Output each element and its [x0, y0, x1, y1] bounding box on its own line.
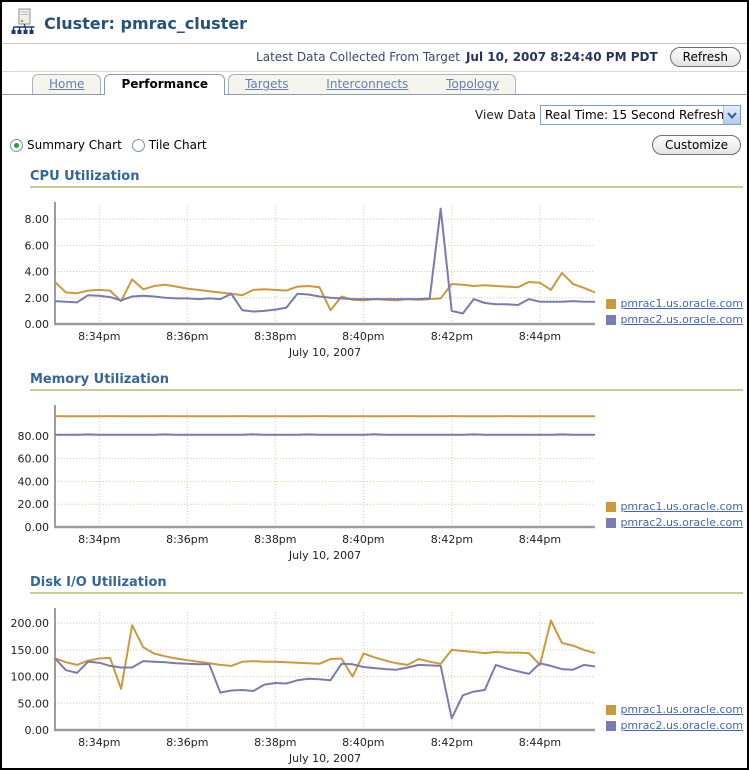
- summary-chart-radio[interactable]: Summary Chart: [10, 138, 122, 152]
- cluster-performance-page: Cluster: pmrac_cluster Latest Data Colle…: [0, 0, 749, 770]
- view-data-select[interactable]: Real Time: 15 Second Refresh: [540, 105, 741, 125]
- y-tick-label: 40.00: [18, 475, 50, 488]
- radio-unselected-icon: [132, 139, 145, 152]
- legend-item: pmrac2.us.oracle.com: [606, 516, 743, 529]
- legend-host-link[interactable]: pmrac2.us.oracle.com: [620, 313, 743, 326]
- section-title-memory: Memory Utilization: [30, 372, 743, 391]
- y-tick-label: 100.00: [11, 671, 50, 684]
- cpu-chart-legend: pmrac1.us.oracle.com pmrac2.us.oracle.com: [606, 297, 743, 326]
- x-tick-label: 8:34pm: [78, 330, 120, 343]
- chart-canvas-1: 0.00 20.00 40.00 60.00 80.00 8:34pm 8:36pm 8:38…: [2, 399, 602, 565]
- customize-button[interactable]: Customize: [652, 135, 741, 155]
- page-title: Cluster: pmrac_cluster: [44, 14, 247, 33]
- chart-canvas-0: 0.00 2.00 4.00 6.00 8.00 8:34pm 8:36pm 8:38pm 8:…: [2, 196, 602, 362]
- legend-swatch-icon: [606, 721, 616, 731]
- y-tick-label: 2.00: [25, 292, 50, 305]
- tab-bar: Home Performance Targets Interconnects T…: [2, 72, 747, 95]
- legend-swatch-icon: [606, 299, 616, 309]
- legend-host-link[interactable]: pmrac1.us.oracle.com: [620, 297, 743, 310]
- radio-selected-icon: [10, 139, 23, 152]
- cluster-icon: [10, 8, 36, 39]
- view-data-selected-option: Real Time: 15 Second Refresh: [541, 107, 723, 123]
- memory-utilization-section: Memory Utilization 0.00 20.00 40.00 60.00 80…: [2, 372, 747, 565]
- disk-io-utilization-section: Disk I/O Utilization 0.00 50.00 100.00 150.…: [2, 575, 747, 768]
- x-tick-label: 8:34pm: [78, 533, 120, 546]
- section-title-cpu: CPU Utilization: [30, 169, 743, 188]
- x-tick-label: 8:42pm: [431, 330, 473, 343]
- view-data-row: View Data Real Time: 15 Second Refresh: [2, 95, 747, 127]
- memory-chart: 0.00 20.00 40.00 60.00 80.00 8:34pm 8:36pm 8:38…: [2, 399, 602, 568]
- x-tick-label: 8:38pm: [254, 330, 296, 343]
- legend-host-link[interactable]: pmrac2.us.oracle.com: [620, 516, 743, 529]
- view-data-label: View Data: [475, 108, 536, 122]
- x-axis-date-label: July 10, 2007: [288, 549, 361, 562]
- y-tick-label: 200.00: [11, 617, 50, 630]
- latest-data-label: Latest Data Collected From Target: [256, 50, 460, 64]
- y-tick-label: 8.00: [25, 213, 50, 226]
- section-title-disk: Disk I/O Utilization: [30, 575, 743, 594]
- x-tick-label: 8:42pm: [431, 533, 473, 546]
- y-tick-label: 0.00: [25, 724, 50, 737]
- y-tick-label: 0.00: [25, 318, 50, 331]
- y-tick-label: 80.00: [18, 430, 50, 443]
- legend-item: pmrac1.us.oracle.com: [606, 297, 743, 310]
- tab-performance[interactable]: Performance: [104, 74, 225, 95]
- chevron-down-icon: [723, 106, 740, 124]
- y-tick-label: 6.00: [25, 239, 50, 252]
- y-tick-label: 60.00: [18, 453, 50, 466]
- page-header: Cluster: pmrac_cluster: [2, 2, 747, 44]
- x-tick-label: 8:44pm: [519, 533, 561, 546]
- tab-group-secondary: Targets Interconnects Topology: [228, 74, 516, 94]
- disk-chart: 0.0050.00100.00150.00200.008:34pm8:36pm8…: [2, 602, 602, 770]
- legend-swatch-icon: [606, 518, 616, 528]
- legend-swatch-icon: [606, 502, 616, 512]
- latest-data-timestamp: Jul 10, 2007 8:24:40 PM PDT: [466, 50, 658, 64]
- y-tick-label: 50.00: [18, 697, 50, 710]
- tile-chart-radio[interactable]: Tile Chart: [132, 138, 207, 152]
- x-tick-label: 8:38pm: [254, 533, 296, 546]
- x-tick-label: 8:40pm: [342, 330, 384, 343]
- y-tick-label: 150.00: [11, 644, 50, 657]
- legend-item: pmrac1.us.oracle.com: [606, 500, 743, 513]
- x-tick-label: 8:36pm: [166, 330, 208, 343]
- x-axis-date-label: July 10, 2007: [288, 752, 361, 765]
- summary-chart-radio-label: Summary Chart: [27, 138, 122, 152]
- series-line: [55, 659, 595, 719]
- legend-swatch-icon: [606, 315, 616, 325]
- tab-topology[interactable]: Topology: [446, 77, 499, 91]
- refresh-button[interactable]: Refresh: [670, 47, 741, 67]
- x-tick-label: 8:36pm: [166, 533, 208, 546]
- x-tick-label: 8:44pm: [519, 330, 561, 343]
- legend-host-link[interactable]: pmrac2.us.oracle.com: [620, 719, 743, 732]
- legend-host-link[interactable]: pmrac1.us.oracle.com: [620, 703, 743, 716]
- x-tick-label: 8:40pm: [342, 533, 384, 546]
- y-tick-label: 0.00: [25, 521, 50, 534]
- y-tick-label: 20.00: [18, 498, 50, 511]
- x-axis-date-label: July 10, 2007: [288, 346, 361, 359]
- memory-chart-legend: pmrac1.us.oracle.com pmrac2.us.oracle.com: [606, 500, 743, 529]
- series-line: [55, 621, 595, 689]
- tab-interconnects[interactable]: Interconnects: [326, 77, 408, 91]
- y-tick-label: 4.00: [25, 266, 50, 279]
- cpu-chart: 0.00 2.00 4.00 6.00 8.00 8:34pm 8:36pm 8:38pm 8:…: [2, 196, 602, 365]
- cpu-utilization-section: CPU Utilization 0.00 2.00 4.00 6.00 8.00 8:34…: [2, 169, 747, 362]
- chart-canvas-2: 0.0050.00100.00150.00200.008:34pm8:36pm8…: [2, 602, 602, 768]
- legend-item: pmrac2.us.oracle.com: [606, 313, 743, 326]
- latest-data-row: Latest Data Collected From Target Jul 10…: [2, 44, 747, 72]
- tile-chart-radio-label: Tile Chart: [149, 138, 207, 152]
- chart-options-row: Summary Chart Tile Chart Customize: [2, 127, 747, 159]
- tab-home[interactable]: Home: [32, 74, 101, 94]
- legend-swatch-icon: [606, 705, 616, 715]
- legend-item: pmrac2.us.oracle.com: [606, 719, 743, 732]
- tab-targets[interactable]: Targets: [245, 77, 288, 91]
- disk-chart-legend: pmrac1.us.oracle.com pmrac2.us.oracle.com: [606, 703, 743, 732]
- legend-host-link[interactable]: pmrac1.us.oracle.com: [620, 500, 743, 513]
- legend-item: pmrac1.us.oracle.com: [606, 703, 743, 716]
